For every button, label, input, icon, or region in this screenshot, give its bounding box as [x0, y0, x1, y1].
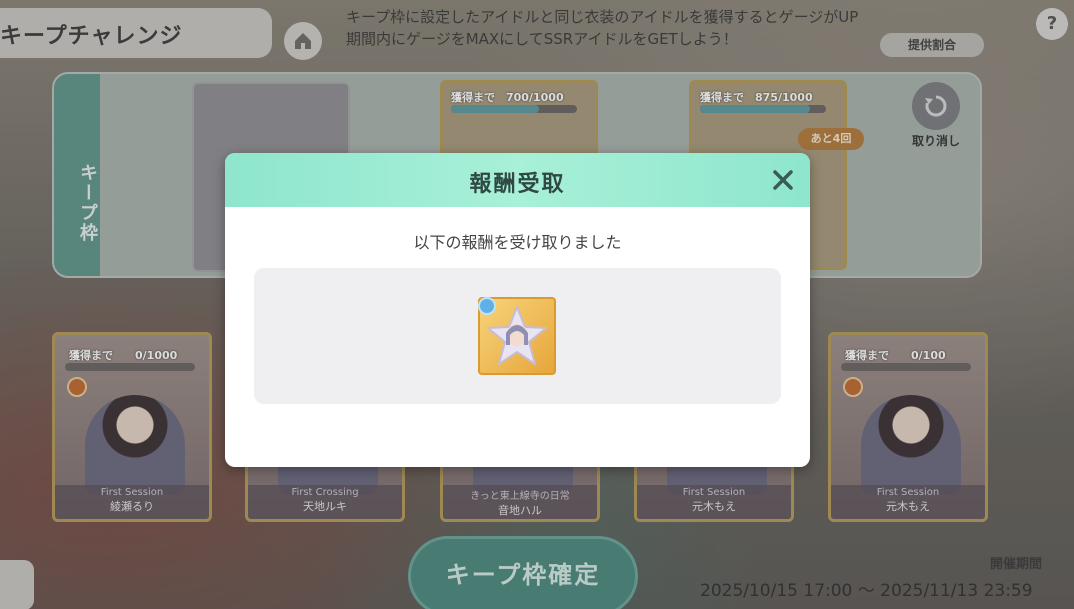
- dialog-message: 以下の報酬を受け取りました: [413, 233, 622, 252]
- close-icon[interactable]: [766, 163, 800, 197]
- dialog-title: 報酬受取: [469, 172, 566, 197]
- idol-star-icon: [486, 305, 548, 367]
- reward-dialog: 報酬受取 以下の報酬を受け取りました: [225, 153, 810, 467]
- reward-item[interactable]: [478, 297, 556, 375]
- dialog-header: 報酬受取: [225, 153, 810, 207]
- reward-list: [254, 268, 781, 404]
- rarity-badge-icon: [478, 297, 496, 315]
